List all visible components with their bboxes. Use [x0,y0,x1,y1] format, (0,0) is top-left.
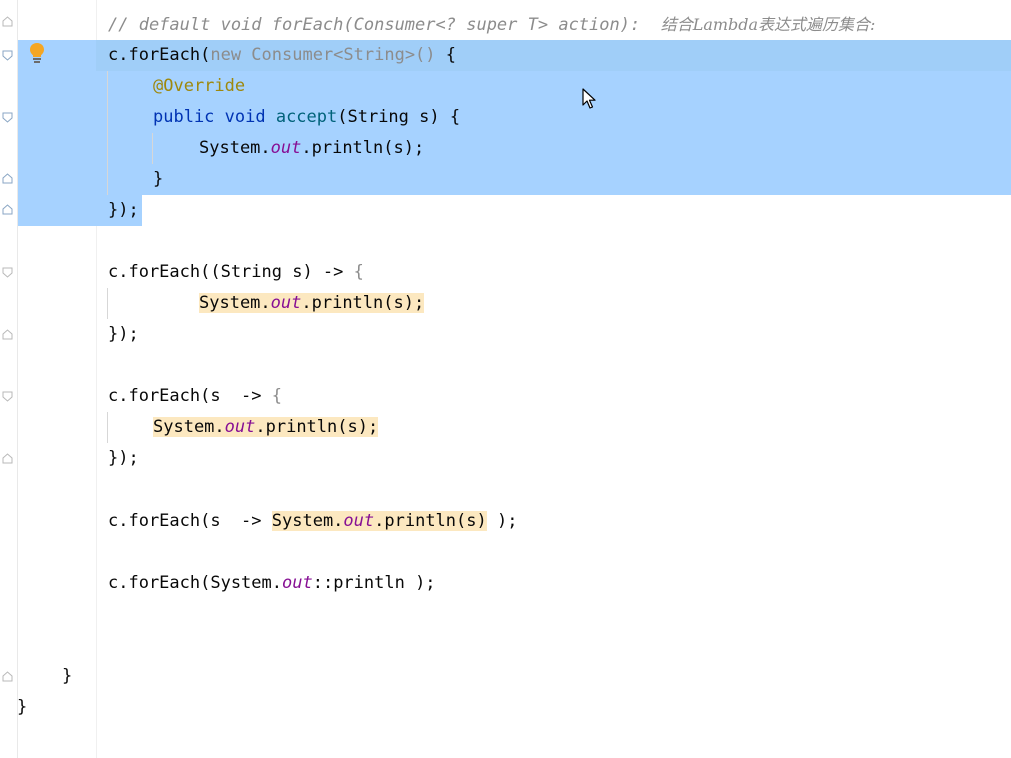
fold-marker-icon[interactable] [2,173,13,184]
code-token: System. [271,511,344,531]
code-line[interactable]: c.forEach(new Consumer<String>() { [108,40,456,71]
code-token: // default void forEach(Consumer<? super… [108,15,661,35]
code-token: c.forEach(System. [108,573,282,593]
code-line[interactable]: } [62,661,72,692]
code-token: }); [108,324,139,344]
code-line[interactable]: } [17,692,27,723]
code-line[interactable]: } [153,164,163,195]
code-token: { [435,45,457,65]
code-token: out [270,138,302,158]
code-token: (String s) { [337,107,461,127]
code-token: accept [275,107,338,127]
code-token: c.forEach(s -> [108,511,272,531]
code-token: .println(s); [301,293,425,313]
code-token: System. [153,417,225,437]
code-token: ); [486,511,518,531]
code-token: new Consumer<String>() [210,45,436,65]
code-line[interactable]: c.forEach(s -> { [108,381,282,412]
code-token: out [270,293,302,313]
code-token: public void [153,107,276,127]
fold-marker-icon[interactable] [2,112,13,123]
code-line[interactable]: }); [108,443,139,474]
code-token: .println(s); [255,417,379,437]
code-line[interactable]: System.out.println(s); [199,133,424,164]
code-line[interactable]: }); [108,195,139,226]
mouse-pointer-icon [582,88,596,109]
code-line[interactable]: c.forEach(System.out::println ); [108,568,436,599]
code-token: c.forEach(s -> [108,386,272,406]
code-token: out [224,417,256,437]
code-line[interactable]: c.forEach((String s) -> { [108,257,364,288]
code-line[interactable]: public void accept(String s) { [153,102,460,133]
indent-guide [107,412,108,443]
fold-marker-icon[interactable] [2,391,13,402]
code-token: .println(s) [374,511,487,531]
code-token: { [353,262,364,282]
code-token: out [282,573,313,593]
indent-guide [152,133,153,164]
indent-guide [107,288,108,319]
fold-marker-icon[interactable] [2,453,13,464]
fold-marker-icon[interactable] [2,50,13,61]
code-line[interactable]: c.forEach(s -> System.out.println(s) ); [108,506,517,537]
code-line[interactable]: System.out.println(s); [153,412,379,443]
code-token: } [17,697,28,717]
code-token: System. [199,293,271,313]
fold-marker-icon[interactable] [2,671,13,682]
code-token: c.forEach((String s) -> [108,262,354,282]
code-token: out [343,511,375,531]
lightbulb-icon[interactable] [28,42,46,64]
code-token: }); [108,448,139,468]
code-token: { [271,386,283,406]
code-token: ::println ); [312,573,436,593]
fold-marker-icon[interactable] [2,204,13,215]
code-token: }); [108,200,139,220]
code-token: System. [199,138,271,158]
code-line[interactable]: // default void forEach(Consumer<? super… [108,9,875,40]
code-token: .println(s); [301,138,425,158]
code-line[interactable]: System.out.println(s); [199,288,425,319]
fold-marker-icon[interactable] [2,329,13,340]
code-token: c.forEach( [108,45,211,65]
fold-marker-icon[interactable] [2,267,13,278]
code-line[interactable]: @Override [153,71,245,102]
code-token: @Override [153,76,246,96]
fold-marker-icon[interactable] [2,16,13,27]
indent-guide [107,71,108,195]
code-line[interactable]: }); [108,319,139,350]
code-token: } [153,169,164,189]
code-token: } [62,666,73,686]
code-token: 结合Lambda表达式遍历集合: [660,15,876,34]
